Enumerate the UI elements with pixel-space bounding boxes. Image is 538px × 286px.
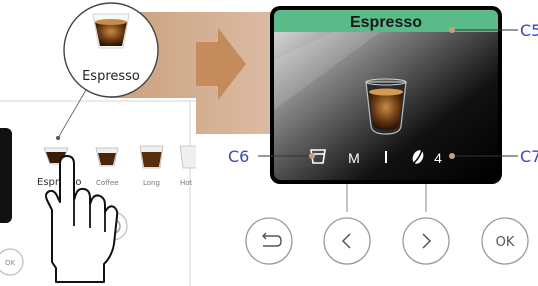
drink-long[interactable] bbox=[139, 145, 164, 169]
back-button[interactable] bbox=[245, 217, 293, 265]
annotation-c7-label: C7 bbox=[520, 147, 538, 166]
panel-ok-button[interactable]: OK bbox=[0, 248, 24, 276]
annotation-c5-label: C5 bbox=[520, 21, 538, 40]
left-button[interactable] bbox=[323, 217, 371, 265]
espresso-cup-icon bbox=[92, 13, 130, 49]
callout-label: Espresso bbox=[82, 69, 140, 84]
drink-label-coffee: Coffee bbox=[96, 179, 119, 187]
drink-label-long: Long bbox=[143, 179, 160, 187]
ok-button[interactable]: OK bbox=[481, 217, 529, 265]
strength-value: 4 bbox=[434, 150, 442, 166]
annotation-c6-label: C6 bbox=[228, 147, 249, 166]
display-cup-icon bbox=[365, 78, 407, 135]
illustration: Espresso Coffee Long Hot OK Espresso bbox=[0, 2, 538, 286]
callout-dot bbox=[56, 136, 60, 140]
right-button[interactable] bbox=[402, 217, 450, 265]
size-value: M bbox=[348, 150, 360, 166]
display-title: Espresso bbox=[350, 14, 422, 31]
drink-hot[interactable] bbox=[179, 145, 203, 169]
display-screen: Espresso M 4 bbox=[270, 6, 502, 184]
panel-ok-label: OK bbox=[5, 259, 16, 267]
drink-coffee[interactable] bbox=[95, 147, 119, 167]
espresso-callout: Espresso bbox=[63, 2, 159, 98]
drink-label-hot: Hot bbox=[180, 179, 193, 187]
ok-label: OK bbox=[496, 235, 515, 250]
